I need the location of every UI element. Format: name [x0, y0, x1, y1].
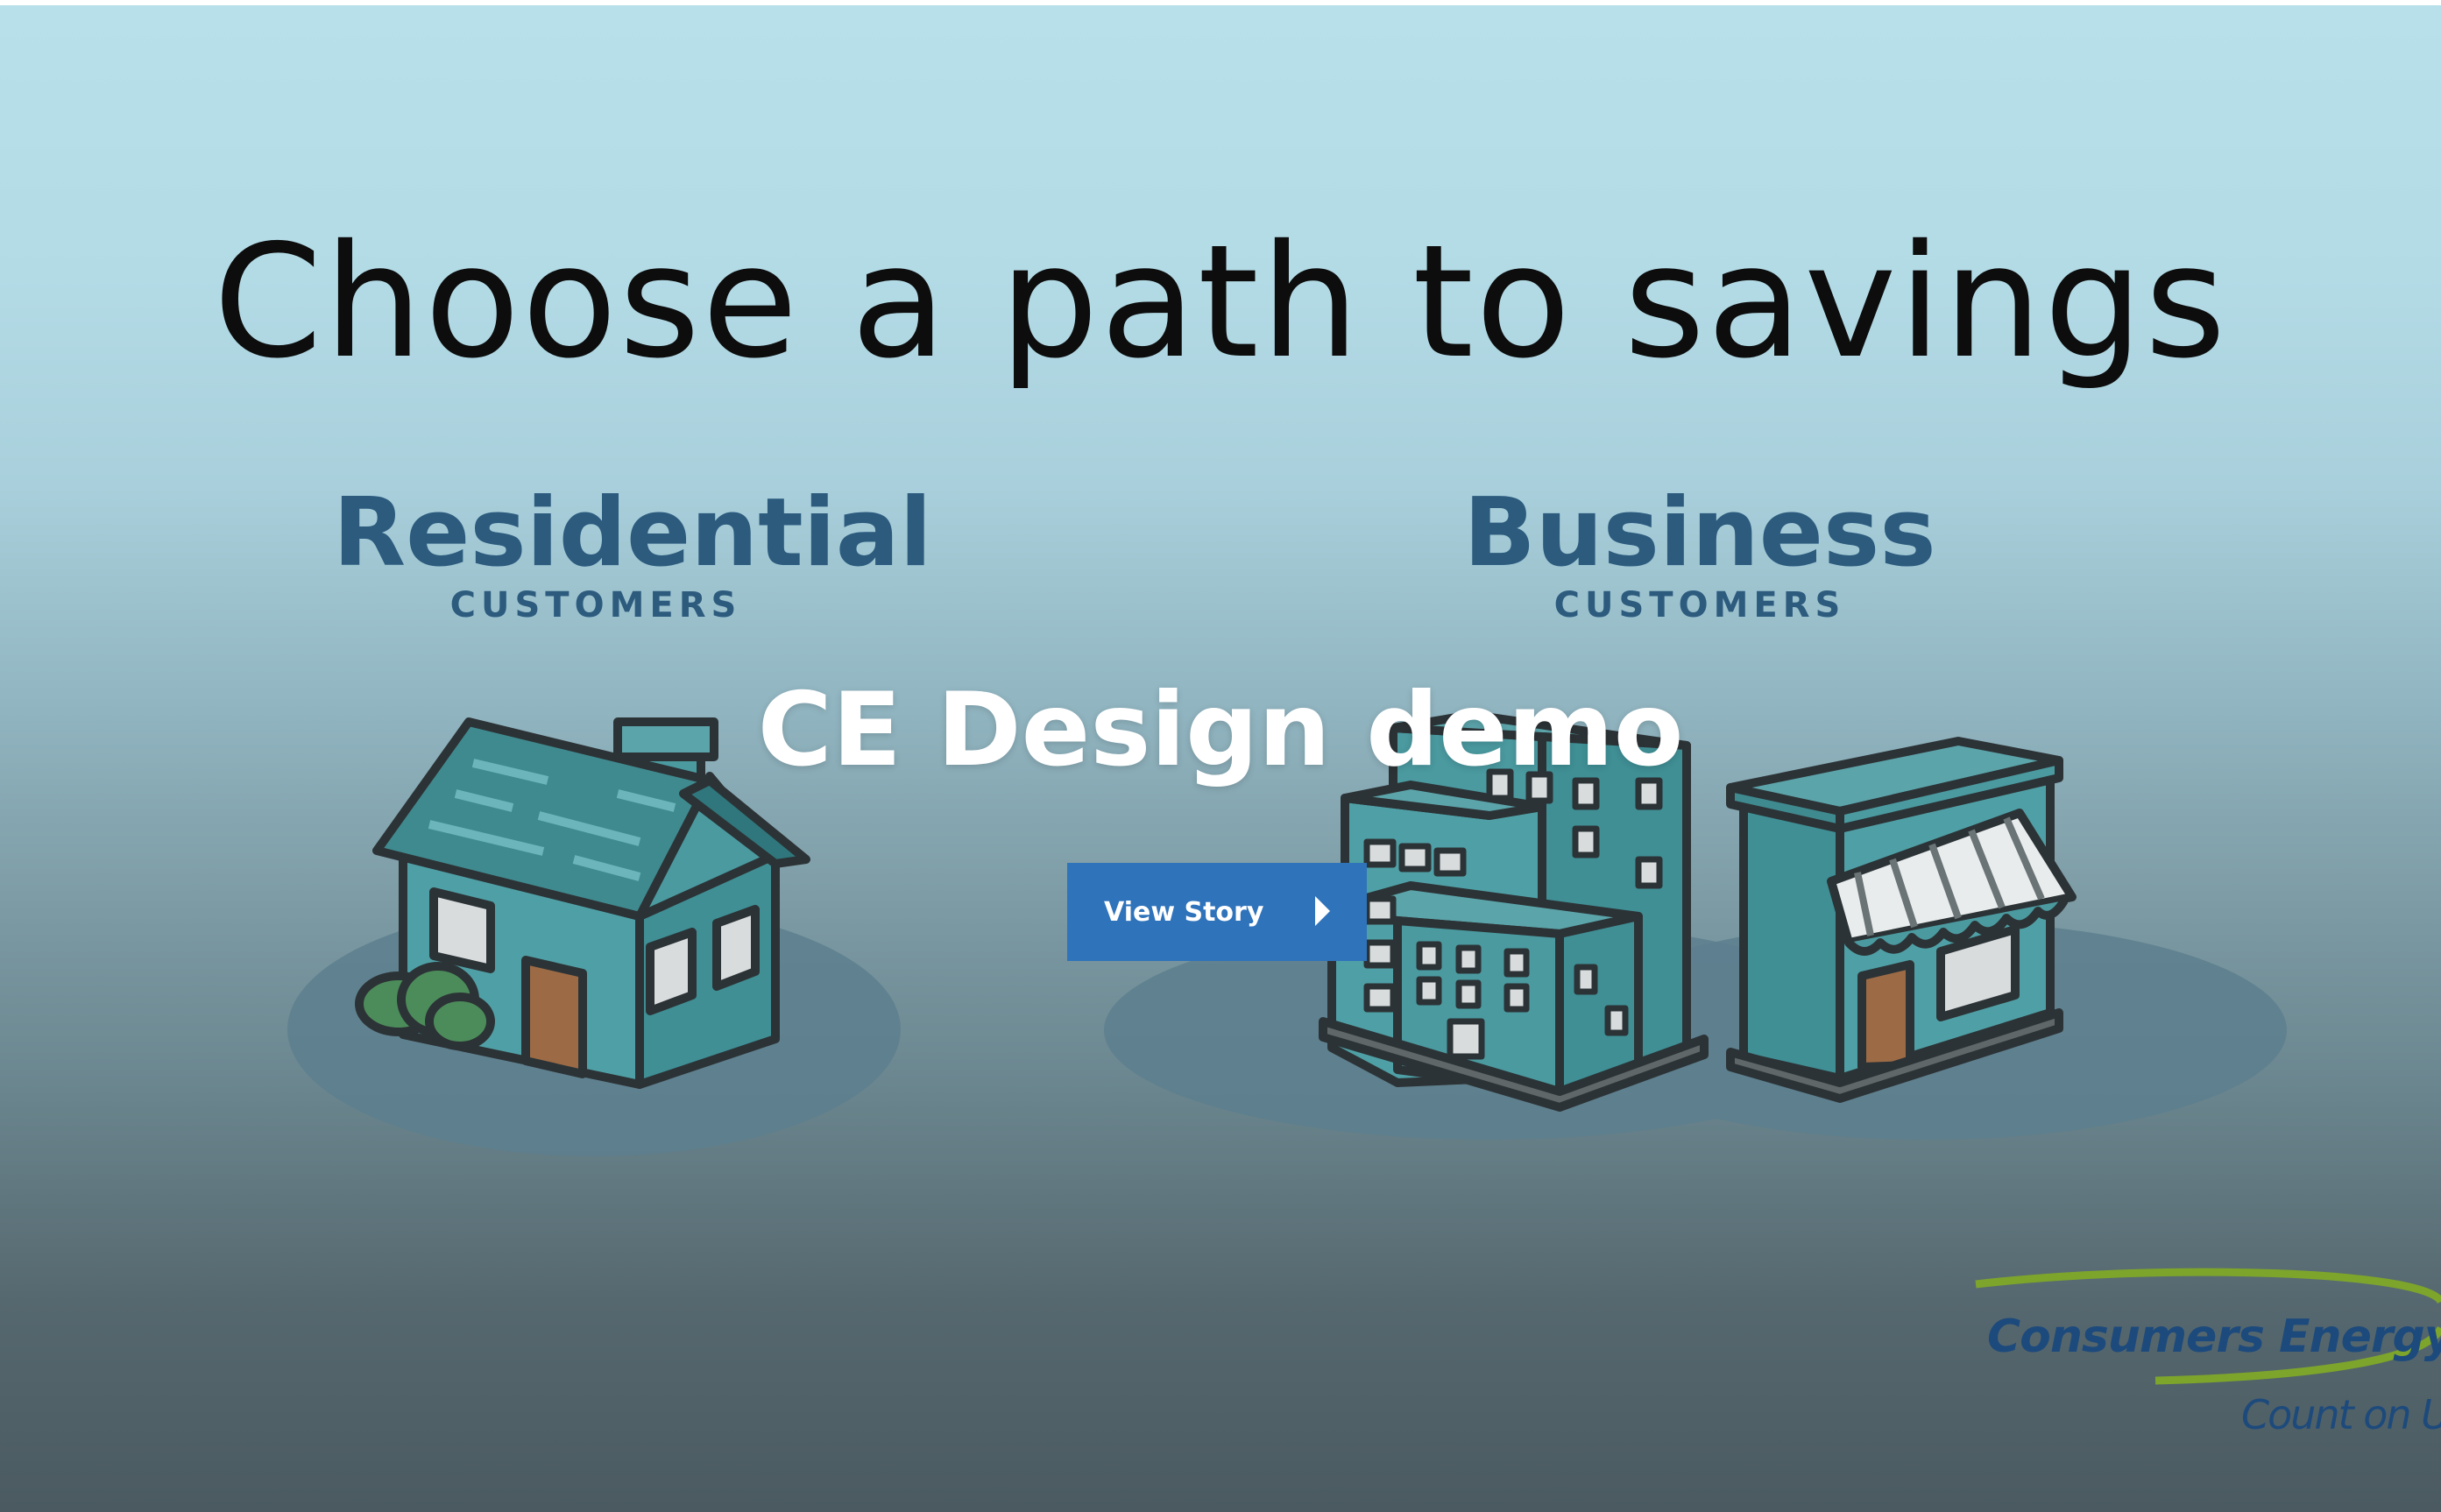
- logo-tagline: Count on Us: [2241, 1391, 2441, 1438]
- play-arrow-icon: [1315, 896, 1330, 926]
- view-story-button[interactable]: View Story: [1067, 863, 1367, 961]
- view-story-label: View Story: [1104, 896, 1264, 928]
- story-title: CE Design demo: [757, 671, 1684, 789]
- story-cover: Choose a path to savings Residential CUS…: [0, 5, 2441, 1512]
- consumers-energy-logo: Consumers Energy Count on Us: [1971, 1267, 2441, 1442]
- storefront-icon: [1726, 737, 2077, 1103]
- logo-name: Consumers Energy: [1987, 1311, 2441, 1363]
